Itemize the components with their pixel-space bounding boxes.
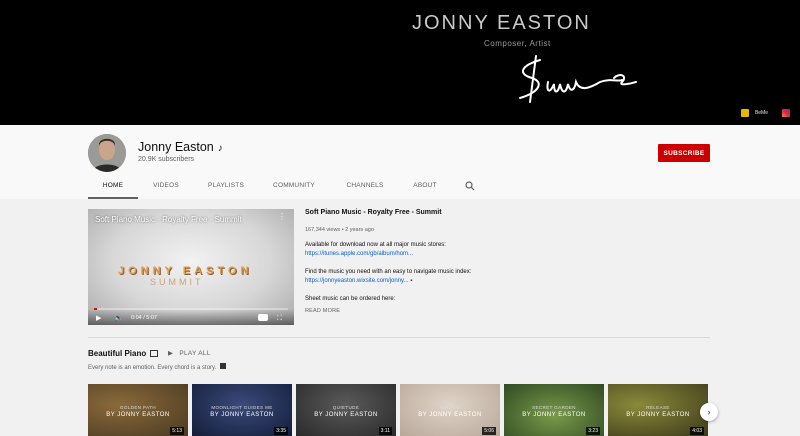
playlist-icon bbox=[150, 350, 159, 357]
duration-badge: 3:23 bbox=[586, 427, 600, 435]
thumbnail-title: RELEASE bbox=[646, 405, 670, 410]
avatar[interactable] bbox=[88, 134, 126, 172]
youtube-logo-icon[interactable] bbox=[258, 314, 268, 321]
section-title[interactable]: Beautiful Piano bbox=[88, 349, 159, 358]
video-thumbnail[interactable]: SOLACE BY JONNY EASTON 5:06 bbox=[400, 384, 500, 436]
featured-video-player[interactable]: Soft Piano Music - Royalty Free - Summit… bbox=[88, 209, 294, 325]
video-overlay-subtitle: SUMMIT bbox=[150, 277, 204, 287]
video-thumbnail[interactable]: QUIETUDE BY JONNY EASTON 3:11 bbox=[296, 384, 396, 436]
play-icon: ▶ bbox=[168, 350, 174, 357]
section-subtitle-text: Every note is an emotion. Every chord is… bbox=[88, 365, 217, 371]
thumbnail-title: SOLACE bbox=[439, 405, 461, 410]
channel-tabs: HOME VIDEOS PLAYLISTS COMMUNITY CHANNELS… bbox=[88, 176, 450, 199]
thumbnail-artist: BY JONNY EASTON bbox=[522, 412, 586, 418]
thumbnail-artist: BY JONNY EASTON bbox=[418, 412, 482, 418]
banner-link-label[interactable]: BeMe bbox=[755, 110, 768, 116]
duration-badge: 4:03 bbox=[690, 427, 704, 435]
tab-videos[interactable]: VIDEOS bbox=[138, 176, 194, 199]
subscriber-count: 20.9K subscribers bbox=[138, 156, 195, 163]
video-thumbnail[interactable]: SECRET GARDEN BY JONNY EASTON 3:23 bbox=[504, 384, 604, 436]
play-all-label[interactable]: PLAY ALL bbox=[179, 350, 210, 357]
video-description-line: Find the music you need with an easy to … bbox=[305, 269, 472, 275]
thumbnail-title: QUIETUDE bbox=[332, 405, 360, 410]
bandcamp-icon[interactable] bbox=[740, 109, 749, 117]
video-thumbnail[interactable]: RELEASE BY JONNY EASTON 4:03 bbox=[608, 384, 708, 436]
play-all-button[interactable]: ▶ PLAY ALL bbox=[168, 349, 211, 357]
next-arrow-button[interactable]: › bbox=[700, 403, 718, 421]
video-shelf: GOLDEN PATH BY JONNY EASTON 5:13 MOONLIG… bbox=[88, 384, 708, 436]
description-link[interactable]: https://jonnyeaston.wixsite.com/jonny...… bbox=[305, 277, 505, 286]
video-title[interactable]: Soft Piano Music - Royalty Free - Summit bbox=[305, 209, 505, 216]
thumbnail-title: GOLDEN PATH bbox=[120, 405, 156, 410]
tab-channels[interactable]: CHANNELS bbox=[332, 176, 398, 199]
thumbnail-artist: BY JONNY EASTON bbox=[314, 412, 378, 418]
video-thumbnail[interactable]: GOLDEN PATH BY JONNY EASTON 5:13 bbox=[88, 384, 188, 436]
description-link-text[interactable]: https://jonnyeaston.wixsite.com/jonny... bbox=[305, 278, 409, 284]
video-description-line: Sheet music can be ordered here: bbox=[305, 296, 396, 302]
description-link[interactable]: https://itunes.apple.com/gb/album/hom... bbox=[305, 250, 505, 259]
play-icon[interactable]: ▶ bbox=[96, 314, 101, 322]
video-thumbnail[interactable]: MOONLIGHT GUIDES ME BY JONNY EASTON 3:35 bbox=[192, 384, 292, 436]
progress-fill bbox=[94, 308, 97, 310]
thumbnail-artist: BY JONNY EASTON bbox=[210, 412, 274, 418]
signature-image bbox=[519, 55, 637, 103]
banner-title: JONNY EASTON bbox=[412, 12, 591, 34]
thumbnail-artist: BY JONNY EASTON bbox=[626, 412, 690, 418]
banner-subtitle: Composer, Artist bbox=[484, 39, 551, 48]
subscribe-button[interactable]: SUBSCRIBE bbox=[658, 144, 710, 162]
thumbnail-title: SECRET GARDEN bbox=[532, 405, 576, 410]
chevron-right-icon: › bbox=[707, 407, 711, 417]
tab-about[interactable]: ABOUT bbox=[400, 176, 450, 199]
emoji-icon bbox=[219, 363, 226, 369]
search-icon[interactable] bbox=[465, 181, 475, 191]
section-title-text[interactable]: Beautiful Piano bbox=[88, 349, 146, 358]
divider bbox=[88, 337, 710, 338]
tab-community[interactable]: COMMUNITY bbox=[258, 176, 330, 199]
section-subtitle: Every note is an emotion. Every chord is… bbox=[88, 363, 226, 371]
emoji-icon: ▪ bbox=[410, 278, 413, 284]
instagram-icon[interactable] bbox=[782, 109, 790, 117]
channel-header: Jonny Easton ♪ 20.9K subscribers SUBSCRIB… bbox=[0, 125, 800, 199]
tab-home[interactable]: HOME bbox=[88, 176, 138, 199]
video-meta: 167,344 views • 2 years ago bbox=[305, 227, 374, 233]
more-vert-icon[interactable]: ⋮ bbox=[278, 213, 286, 221]
tab-playlists[interactable]: PLAYLISTS bbox=[196, 176, 256, 199]
player-title[interactable]: Soft Piano Music - Royalty Free - Summit bbox=[95, 215, 242, 224]
banner-links: BeMe bbox=[740, 109, 790, 117]
music-note-icon: ♪ bbox=[217, 143, 223, 154]
read-more-button[interactable]: READ MORE bbox=[305, 308, 505, 314]
thumbnail-artist: BY JONNY EASTON bbox=[106, 412, 170, 418]
volume-icon[interactable]: 🔈 bbox=[114, 314, 123, 322]
video-description-line: Available for download now at all major … bbox=[305, 242, 446, 248]
duration-badge: 5:06 bbox=[482, 427, 496, 435]
duration-badge: 5:13 bbox=[170, 427, 184, 435]
channel-name: Jonny Easton ♪ bbox=[138, 140, 223, 154]
fullscreen-icon[interactable]: ⛶ bbox=[277, 315, 282, 323]
video-overlay-title: JONNY EASTON bbox=[118, 265, 253, 277]
time-display: 0:04 / 5:07 bbox=[131, 315, 157, 321]
thumbnail-title: MOONLIGHT GUIDES ME bbox=[211, 405, 273, 410]
duration-badge: 3:11 bbox=[378, 427, 392, 435]
channel-banner: JONNY EASTON Composer, Artist BeMe bbox=[0, 0, 800, 125]
duration-badge: 3:35 bbox=[274, 427, 288, 435]
featured-video-info: Soft Piano Music - Royalty Free - Summit… bbox=[305, 209, 505, 314]
channel-name-text: Jonny Easton bbox=[138, 140, 214, 154]
progress-bar[interactable] bbox=[94, 308, 288, 310]
